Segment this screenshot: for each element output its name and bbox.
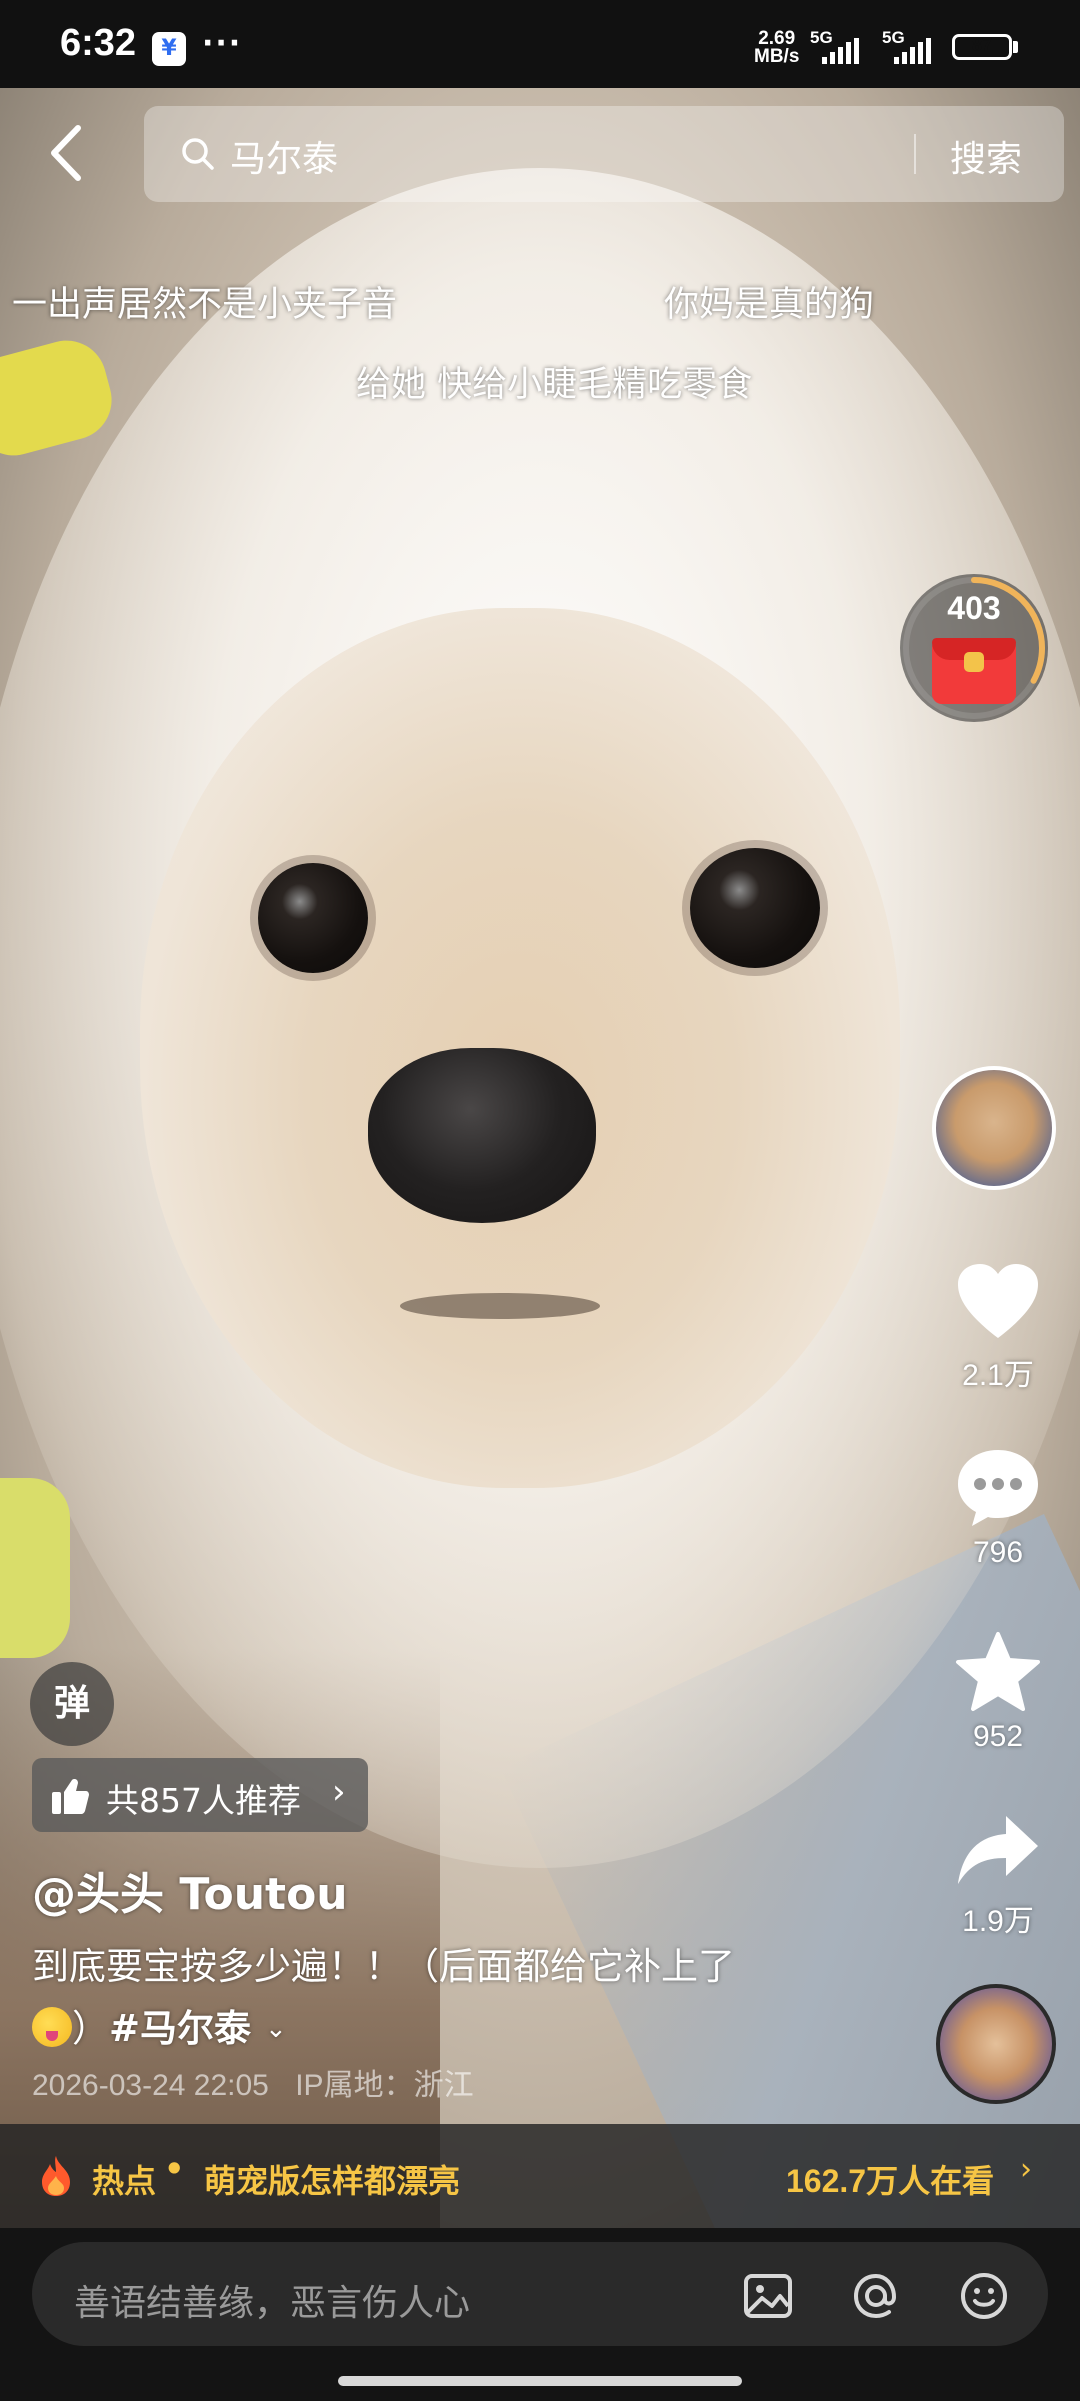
dog-eye-right xyxy=(690,848,820,968)
emoji-icon[interactable] xyxy=(958,2270,1010,2322)
video-caption[interactable]: 到底要宝按多少遍！！（后面都给它补上了 ）#马尔泰 ⌄ xyxy=(32,1936,832,2060)
red-packet-count: 403 xyxy=(947,590,1001,626)
more-notifications-icon: ··· xyxy=(202,26,243,61)
background-toy-2 xyxy=(0,1478,70,1658)
post-date: 2026-03-24 22:05 xyxy=(32,2069,269,2102)
battery-level: 87 xyxy=(971,35,993,55)
background-toy xyxy=(0,331,121,465)
search-button[interactable]: 搜索 xyxy=(950,130,1022,182)
hot-topic-title: 萌宠版怎样都漂亮 xyxy=(204,2162,461,2200)
danmaku-comment: 给她 快给小睫毛精吃零食 xyxy=(356,365,753,405)
comment-button[interactable]: 796 xyxy=(940,1446,1056,1570)
danmaku-comment: 一出声居然不是小夹子音 xyxy=(12,285,398,325)
red-packet-button[interactable]: 403 xyxy=(900,574,1048,722)
battery-tip xyxy=(1013,41,1018,53)
caption-text: ） xyxy=(72,2007,109,2050)
favorite-button[interactable]: 952 xyxy=(940,1630,1056,1754)
recommend-text: 共857人推荐 xyxy=(106,1781,301,1820)
hot-separator: • xyxy=(164,2150,185,2188)
search-bar[interactable]: 马尔泰 搜索 xyxy=(144,106,1064,202)
comment-bar: 善语结善缘，恶言伤人心 xyxy=(0,2228,1080,2401)
caption-line: ）#马尔泰 ⌄ xyxy=(32,1998,832,2060)
comment-count: 796 xyxy=(972,1536,1024,1569)
author-avatar[interactable] xyxy=(932,1066,1056,1190)
music-disc[interactable] xyxy=(936,1984,1056,2104)
heart-icon xyxy=(958,1264,1038,1338)
comment-input[interactable]: 善语结善缘，恶言伤人心 xyxy=(32,2242,1048,2346)
danmaku-toggle-button[interactable]: 弹 xyxy=(30,1662,114,1746)
hashtag-link[interactable]: #马尔泰 xyxy=(109,2007,251,2050)
hot-label: 热点 xyxy=(92,2162,157,2200)
fire-icon xyxy=(42,2156,70,2196)
app-notification-icon: ¥ xyxy=(152,32,186,66)
network-speed-unit: MB/s xyxy=(754,46,800,67)
author-name[interactable]: @头头 Toutou xyxy=(32,1858,348,1922)
caption-line: 到底要宝按多少遍！！（后面都给它补上了 xyxy=(32,1945,735,1988)
share-count: 1.9万 xyxy=(962,1905,1034,1938)
ip-location: IP属地：浙江 xyxy=(295,2069,474,2102)
favorite-count: 952 xyxy=(972,1720,1024,1753)
thumbs-up-icon xyxy=(52,1779,89,1814)
share-button[interactable]: 1.9万 xyxy=(940,1812,1056,1940)
chevron-right-icon: › xyxy=(332,1772,346,1812)
recommend-button[interactable]: 共857人推荐 › xyxy=(32,1758,368,1832)
network-speed: 2.69 MB/s xyxy=(754,29,800,67)
comment-placeholder: 善语结善缘，恶言伤人心 xyxy=(74,2283,471,2324)
signal-sim1-icon: 5G xyxy=(810,28,870,64)
comment-bubble-icon xyxy=(958,1450,1038,1526)
post-meta: 2026-03-24 22:05 IP属地：浙江 xyxy=(32,2060,474,2104)
dog-face xyxy=(140,608,900,1488)
danmaku-comment: 你妈是真的狗 xyxy=(664,285,875,325)
back-button[interactable] xyxy=(40,118,100,188)
star-icon xyxy=(956,1632,1040,1711)
hot-topic-bar[interactable]: 热点 • 萌宠版怎样都漂亮 162.7万人在看 › xyxy=(0,2124,1080,2228)
image-icon[interactable] xyxy=(742,2270,794,2322)
red-envelope-icon xyxy=(932,638,1016,704)
share-arrow-icon xyxy=(958,1816,1038,1884)
search-input[interactable]: 马尔泰 xyxy=(230,130,338,182)
like-count: 2.1万 xyxy=(962,1359,1034,1392)
search-divider xyxy=(914,134,916,174)
like-button[interactable]: 2.1万 xyxy=(940,1262,1056,1394)
search-icon xyxy=(182,138,214,170)
status-time: 6:32 xyxy=(60,22,137,64)
hot-watching-count: 162.7万人在看 xyxy=(786,2163,995,2199)
crazy-face-emoji-icon xyxy=(32,2007,72,2047)
signal-sim2-icon: 5G xyxy=(882,28,942,64)
chevron-right-icon: › xyxy=(1020,2152,1032,2187)
battery-icon: 87 xyxy=(952,34,1012,60)
dog-nose xyxy=(368,1048,596,1223)
at-mention-icon[interactable] xyxy=(850,2270,902,2322)
chevron-left-icon xyxy=(51,125,81,181)
home-indicator[interactable] xyxy=(338,2376,742,2386)
status-bar: 6:32 ¥ ··· 2.69 MB/s 5G 5G 87 xyxy=(0,0,1080,88)
dog-eye-left xyxy=(258,863,368,973)
expand-caption-icon[interactable]: ⌄ xyxy=(265,1998,287,2060)
dog-mouth xyxy=(400,1293,600,1319)
